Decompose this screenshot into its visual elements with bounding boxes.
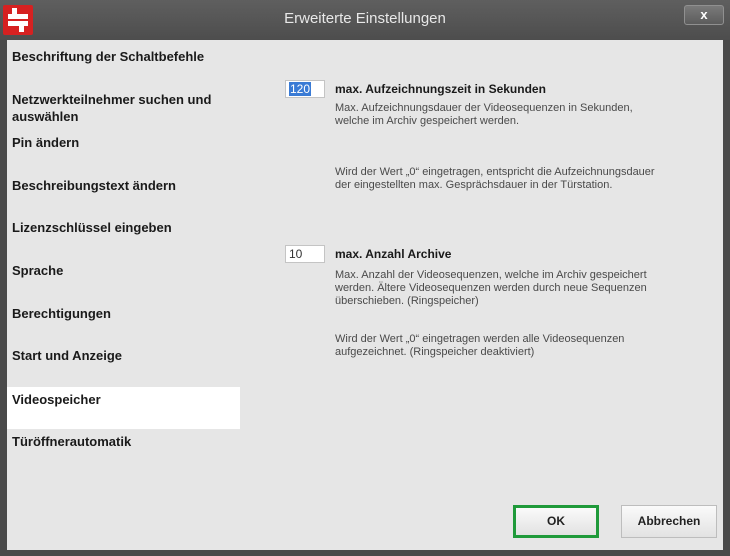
archive-count-description: Max. Anzahl der Videosequenzen, welche i… xyxy=(335,269,647,307)
sidebar-item-videospeicher[interactable]: Videospeicher xyxy=(7,387,240,429)
settings-sidebar: Beschriftung der Schaltbefehle Netzwerkt… xyxy=(7,40,240,550)
dialog-content: Beschriftung der Schaltbefehle Netzwerkt… xyxy=(7,40,723,550)
sidebar-item-schaltbefehle[interactable]: Beschriftung der Schaltbefehle xyxy=(7,48,240,65)
sidebar-item-beschreibungstext[interactable]: Beschreibungstext ändern xyxy=(7,177,240,194)
cancel-button[interactable]: Abbrechen xyxy=(621,505,717,538)
sidebar-item-tueroeffnerautomatik[interactable]: Türöffnerautomatik xyxy=(7,433,240,450)
sidebar-item-sprache[interactable]: Sprache xyxy=(7,262,240,279)
record-time-title: max. Aufzeichnungszeit in Sekunden xyxy=(335,82,546,96)
record-time-value: 120 xyxy=(289,82,312,96)
sidebar-item-berechtigungen[interactable]: Berechtigungen xyxy=(7,305,240,322)
title-bar: Erweiterte Einstellungen x xyxy=(0,0,730,40)
sidebar-item-netzwerkteilnehmer[interactable]: Netzwerkteilnehmer suchen und auswählen xyxy=(7,91,240,125)
sidebar-item-lizenzschluessel[interactable]: Lizenzschlüssel eingeben xyxy=(7,219,240,236)
archive-count-input[interactable]: 10 xyxy=(285,245,325,263)
record-time-note: Wird der Wert „0“ eingetragen, entsprich… xyxy=(335,166,655,191)
sidebar-item-pin[interactable]: Pin ändern xyxy=(7,134,240,151)
sidebar-item-start-anzeige[interactable]: Start und Anzeige xyxy=(7,347,240,364)
ok-button[interactable]: OK xyxy=(513,505,599,538)
archive-count-title: max. Anzahl Archive xyxy=(335,247,452,261)
window-title: Erweiterte Einstellungen xyxy=(284,10,446,27)
record-time-description: Max. Aufzeichnungsdauer der Videosequenz… xyxy=(335,102,633,127)
archive-count-note: Wird der Wert „0“ eingetragen werden all… xyxy=(335,333,625,358)
record-time-input[interactable]: 120 xyxy=(285,80,325,98)
close-button[interactable]: x xyxy=(684,5,724,25)
